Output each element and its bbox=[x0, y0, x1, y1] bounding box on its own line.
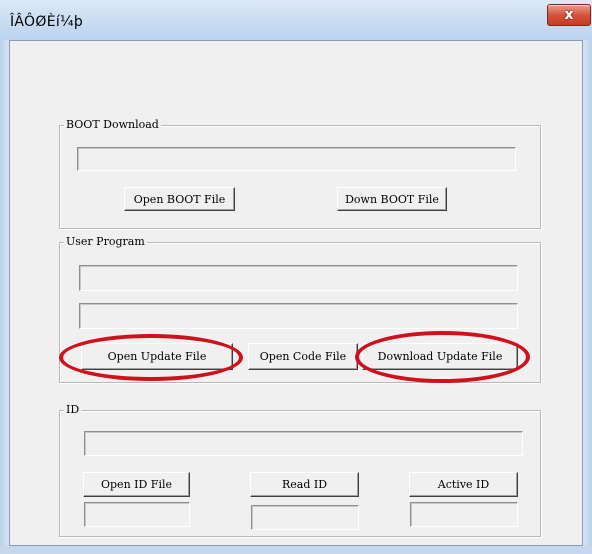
user-program-group-label: User Program bbox=[64, 235, 147, 249]
download-update-file-button[interactable]: Download Update File bbox=[362, 343, 518, 370]
window-title: ÎÂÔØÈí¼þ bbox=[10, 14, 84, 30]
window-bottom-border bbox=[0, 546, 592, 554]
boot-file-path-field[interactable] bbox=[77, 147, 516, 171]
down-boot-file-button[interactable]: Down BOOT File bbox=[337, 187, 447, 211]
app-window: ÎÂÔØÈí¼þ x BOOT Download Open BOOT File … bbox=[0, 0, 592, 554]
open-code-file-button[interactable]: Open Code File bbox=[248, 343, 358, 370]
active-id-button[interactable]: Active ID bbox=[409, 472, 518, 497]
update-file-path-field[interactable] bbox=[79, 265, 518, 291]
close-icon: x bbox=[564, 7, 574, 23]
boot-download-group bbox=[59, 125, 541, 229]
active-id-status-field[interactable] bbox=[410, 502, 518, 527]
window-right-border bbox=[583, 40, 592, 554]
window-left-border bbox=[0, 40, 9, 554]
code-file-path-field[interactable] bbox=[79, 303, 518, 329]
id-file-status-field[interactable] bbox=[84, 502, 190, 527]
boot-download-group-label: BOOT Download bbox=[64, 118, 161, 132]
read-id-button[interactable]: Read ID bbox=[250, 472, 359, 497]
title-bar[interactable]: ÎÂÔØÈí¼þ x bbox=[0, 0, 592, 40]
id-file-path-field[interactable] bbox=[84, 431, 523, 456]
read-id-status-field[interactable] bbox=[251, 505, 359, 530]
id-group-label: ID bbox=[64, 403, 82, 417]
open-id-file-button[interactable]: Open ID File bbox=[83, 472, 190, 497]
close-button[interactable]: x bbox=[547, 4, 591, 26]
open-boot-file-button[interactable]: Open BOOT File bbox=[124, 187, 235, 211]
open-update-file-button[interactable]: Open Update File bbox=[81, 343, 233, 370]
